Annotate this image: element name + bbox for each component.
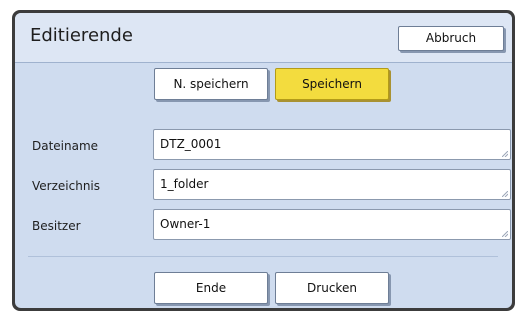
edit-end-dialog: Editierende Abbruch N. speichern Speiche… [15, 13, 512, 308]
save-button[interactable]: Speichern [275, 68, 389, 100]
resize-grip-icon [502, 151, 508, 157]
save-as-button[interactable]: N. speichern [154, 68, 268, 100]
directory-value: 1_folder [160, 177, 209, 191]
dialog-frame: Editierende Abbruch N. speichern Speiche… [12, 10, 515, 311]
cancel-button[interactable]: Abbruch [398, 26, 504, 51]
resize-grip-icon [502, 231, 508, 237]
resize-grip-icon [502, 191, 508, 197]
dialog-title: Editierende [30, 25, 133, 46]
print-button[interactable]: Drucken [275, 272, 389, 304]
end-button[interactable]: Ende [154, 272, 268, 304]
owner-value: Owner-1 [160, 217, 211, 231]
owner-field[interactable]: Owner-1 [153, 209, 511, 240]
owner-label: Besitzer [32, 219, 81, 233]
footer-divider [28, 256, 498, 257]
filename-field[interactable]: DTZ_0001 [153, 129, 511, 160]
directory-label: Verzeichnis [32, 179, 101, 193]
filename-label: Dateiname [32, 139, 99, 153]
title-bar: Editierende Abbruch [15, 13, 512, 63]
directory-field[interactable]: 1_folder [153, 169, 511, 200]
filename-value: DTZ_0001 [160, 137, 222, 151]
